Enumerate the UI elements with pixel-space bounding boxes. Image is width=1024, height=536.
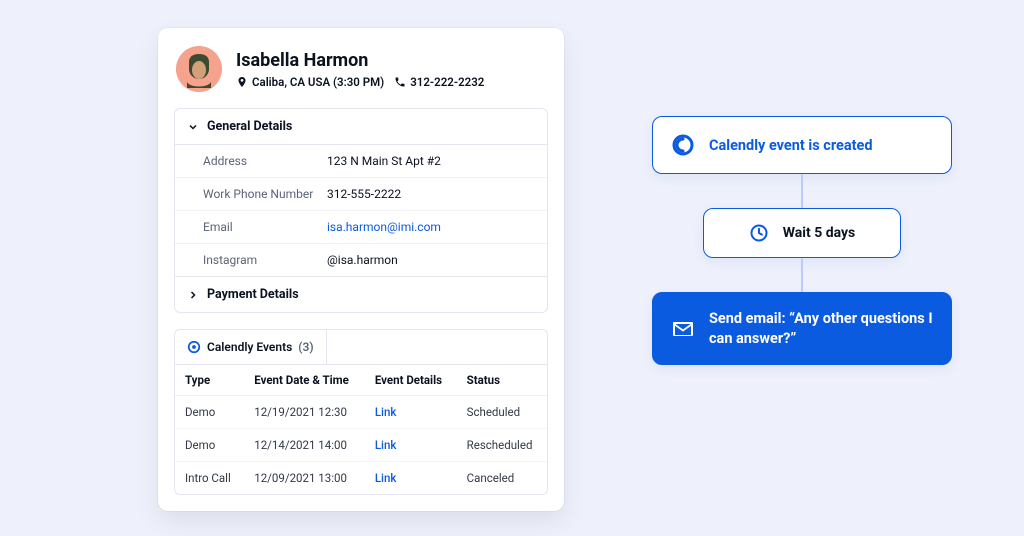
avatar	[176, 46, 222, 92]
detail-row-email: Email isa.harmon@imi.com	[175, 211, 547, 244]
connector	[801, 258, 803, 292]
table-row: Demo 12/14/2021 14:00 Link Rescheduled	[175, 429, 547, 462]
contact-name: Isabella Harmon	[236, 50, 484, 71]
workflow-trigger-label: Calendly event is created	[709, 137, 873, 154]
workflow-trigger-node[interactable]: Calendly event is created	[652, 116, 952, 174]
chevron-right-icon	[187, 289, 199, 301]
detail-row-address: Address 123 N Main St Apt #2	[175, 145, 547, 178]
event-link[interactable]: Link	[375, 471, 397, 485]
detail-row-instagram: Instagram @isa.harmon	[175, 244, 547, 276]
tab-calendly-events[interactable]: Calendly Events (3)	[175, 330, 327, 364]
clock-icon	[749, 223, 769, 243]
calendly-icon	[187, 340, 201, 354]
event-link[interactable]: Link	[375, 438, 397, 452]
col-dt: Event Date & Time	[244, 365, 365, 396]
contact-card: Isabella Harmon Caliba, CA USA (3:30 PM)…	[158, 28, 564, 511]
workflow-wait-label: Wait 5 days	[783, 225, 855, 241]
workflow-action-label: Send email: “Any other questions I can a…	[709, 309, 933, 348]
col-details: Event Details	[365, 365, 457, 396]
col-status: Status	[457, 365, 547, 396]
connector	[801, 174, 803, 208]
calendly-icon	[671, 133, 695, 157]
email-link[interactable]: isa.harmon@imi.com	[327, 220, 441, 234]
event-link[interactable]: Link	[375, 405, 397, 419]
table-row: Intro Call 12/09/2021 13:00 Link Cancele…	[175, 462, 547, 495]
contact-header: Isabella Harmon Caliba, CA USA (3:30 PM)…	[158, 28, 564, 108]
payment-details-toggle[interactable]: Payment Details	[175, 276, 547, 312]
detail-row-work-phone: Work Phone Number 312-555-2222	[175, 178, 547, 211]
col-type: Type	[175, 365, 244, 396]
general-details-panel: General Details Address 123 N Main St Ap…	[174, 108, 548, 313]
contact-location: Caliba, CA USA (3:30 PM)	[236, 75, 384, 89]
calendly-events-panel: Calendly Events (3) Type Event Date & Ti…	[174, 329, 548, 495]
workflow-action-node[interactable]: Send email: “Any other questions I can a…	[652, 292, 952, 365]
events-tabstrip: Calendly Events (3)	[175, 330, 547, 365]
general-details-toggle[interactable]: General Details	[175, 109, 547, 145]
phone-icon	[394, 76, 406, 88]
workflow-wait-node[interactable]: Wait 5 days	[703, 208, 901, 258]
contact-phone: 312-222-2232	[394, 75, 484, 89]
mail-icon	[671, 317, 695, 341]
pin-icon	[236, 76, 248, 88]
table-row: Demo 12/19/2021 12:30 Link Scheduled	[175, 396, 547, 429]
chevron-down-icon	[187, 121, 199, 133]
workflow: Calendly event is created Wait 5 days Se…	[647, 116, 957, 365]
events-table: Type Event Date & Time Event Details Sta…	[175, 365, 547, 494]
